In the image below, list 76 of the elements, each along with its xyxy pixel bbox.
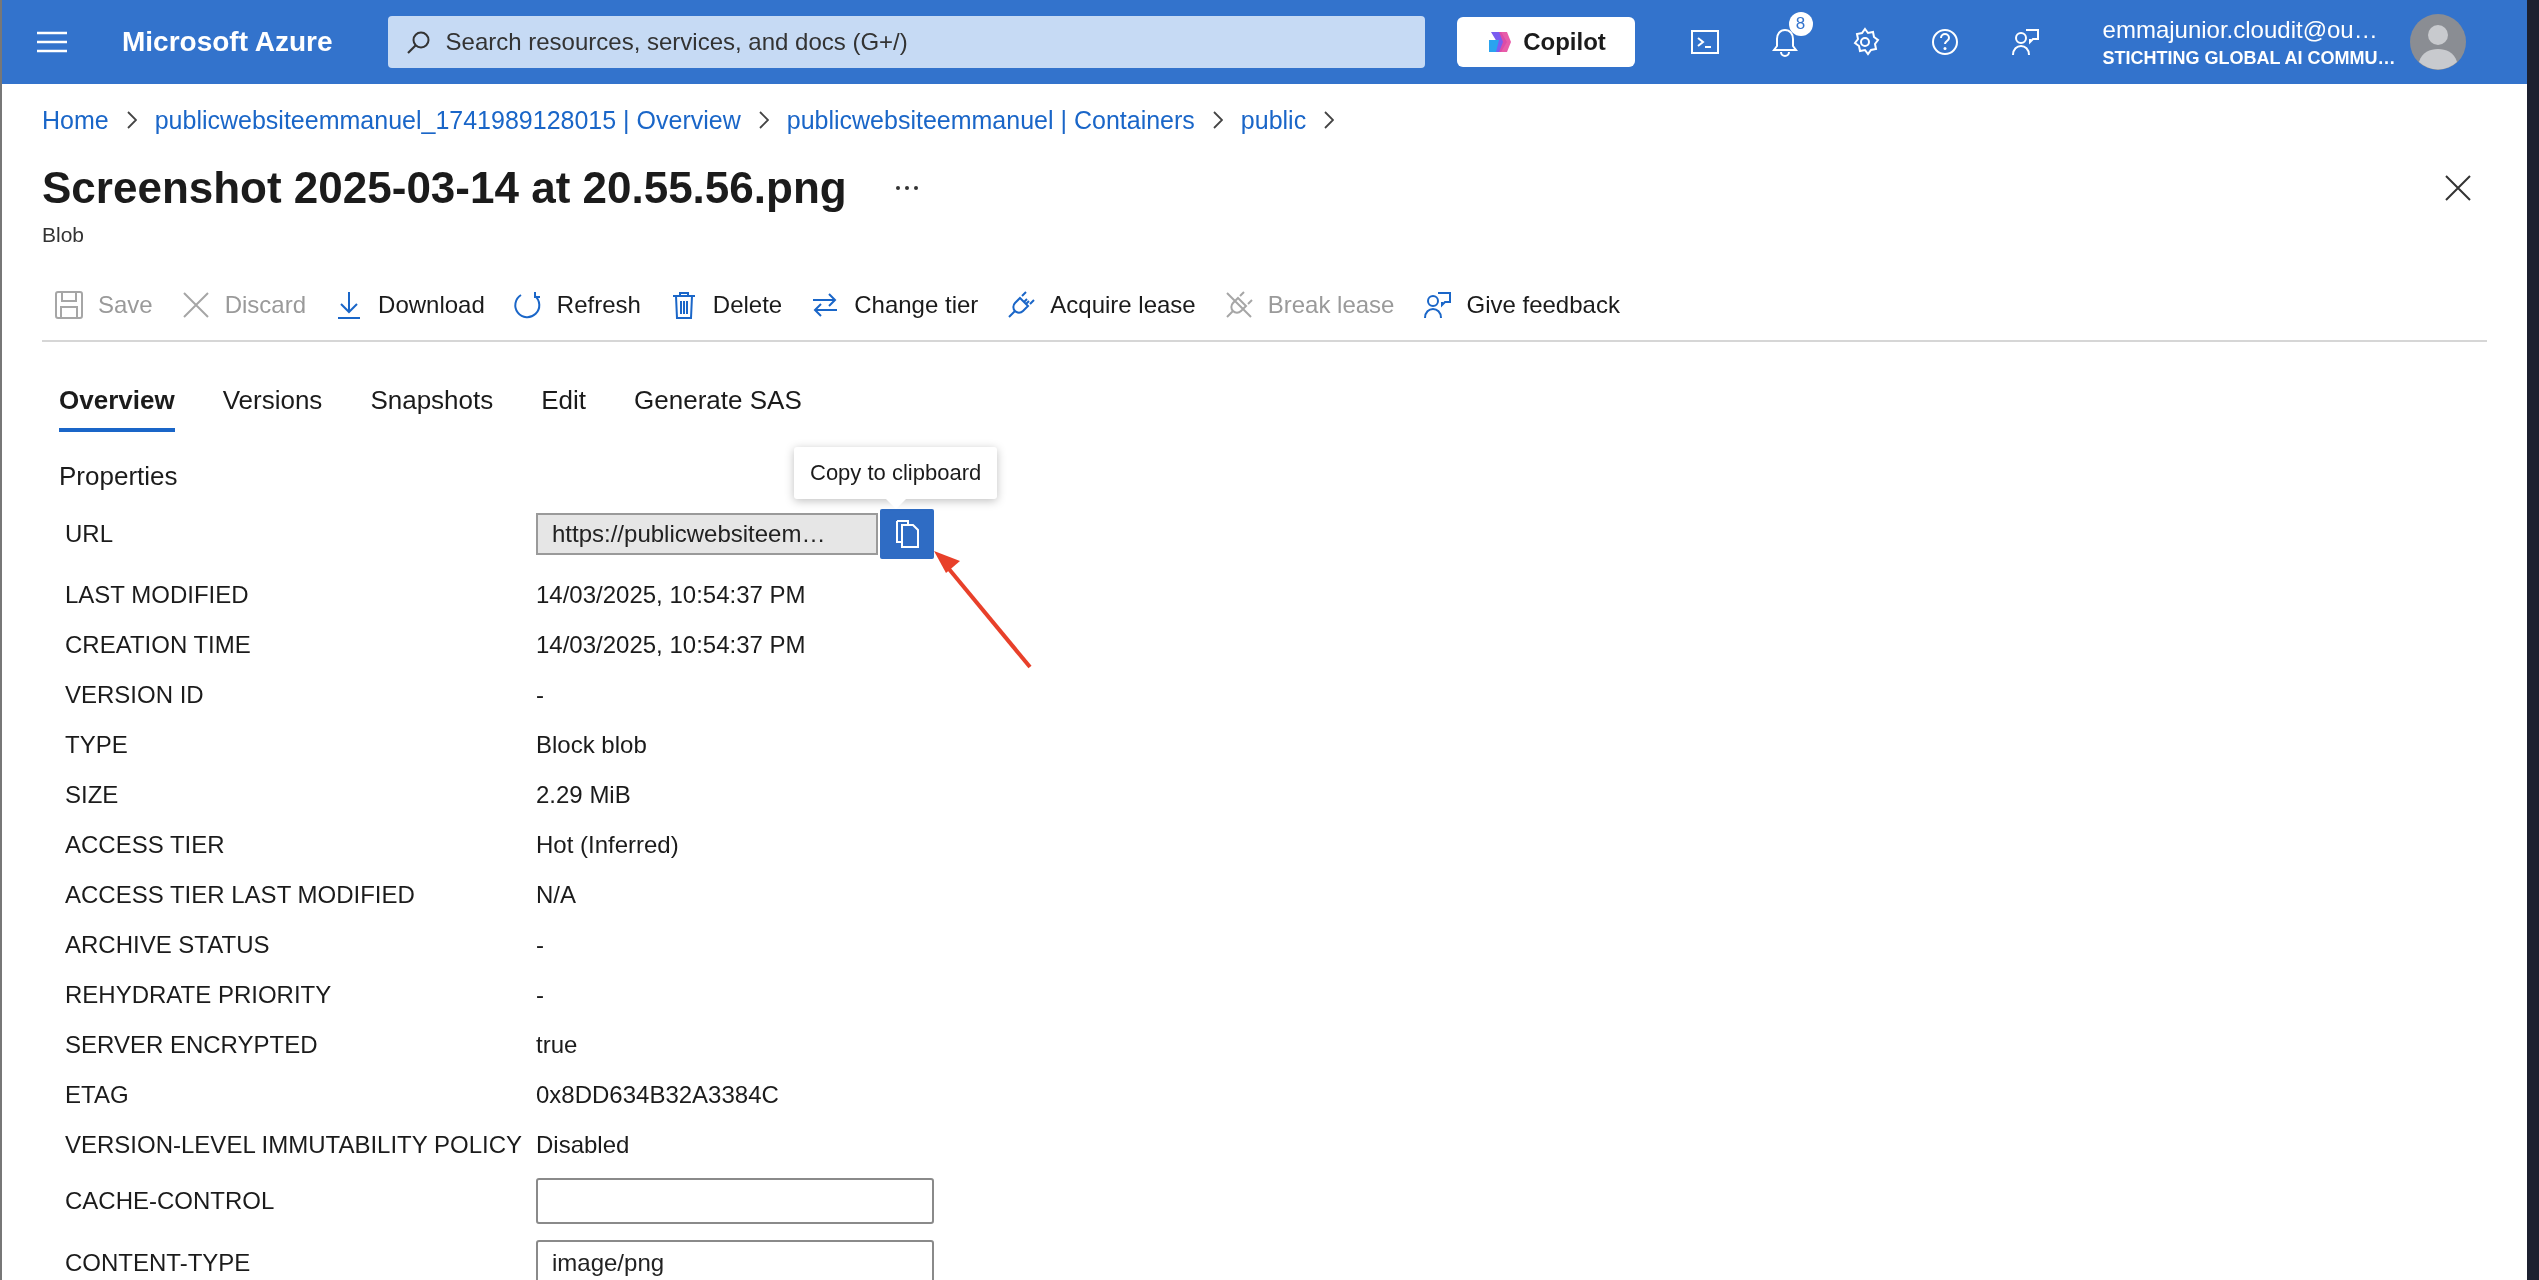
refresh-icon [512, 290, 543, 320]
property-label: ETAG [64, 1081, 130, 1109]
menu-icon [37, 31, 67, 53]
breadcrumb-link[interactable]: Home [42, 105, 109, 135]
close-icon [2445, 175, 2471, 201]
tab[interactable]: Edit [541, 372, 587, 432]
feedback-button[interactable]: Give feedback [1418, 284, 1624, 326]
close-icon [180, 290, 211, 320]
download-button[interactable]: Download [330, 284, 489, 326]
property-label: VERSION-LEVEL IMMUTABILITY POLICY [64, 1131, 523, 1159]
tab[interactable]: Versions [222, 372, 323, 432]
property-value: - [536, 681, 544, 709]
property-value: Disabled [536, 1131, 630, 1159]
text-field[interactable]: image/png [536, 1240, 934, 1280]
person-chat-icon [2009, 27, 2040, 57]
search-icon [405, 31, 430, 55]
property-value: Block blob [536, 731, 647, 759]
property-label: LAST MODIFIED [64, 581, 250, 609]
search-field[interactable]: Search resources, services, and docs (G+/) [387, 16, 1425, 68]
copilot-button[interactable]: Copilot [1456, 17, 1635, 67]
property-value: 14/03/2025, 10:54:37 PM [536, 581, 806, 609]
url-field[interactable]: https://publicwebsiteem… [536, 513, 878, 555]
breadcrumb-link[interactable]: public [1240, 105, 1307, 135]
property-label: CREATION TIME [64, 631, 252, 659]
tab[interactable]: Snapshots [370, 372, 494, 432]
property-label: CACHE-CONTROL [64, 1187, 276, 1215]
property-label: SERVER ENCRYPTED [64, 1031, 319, 1059]
refresh-button[interactable]: Refresh [508, 284, 645, 326]
user-email[interactable]: emmajunior.cloudit@ou… [2102, 15, 2396, 44]
property-label: SIZE [64, 781, 120, 809]
property-label: REHYDRATE PRIORITY [64, 981, 333, 1009]
terminal-icon [1689, 27, 1720, 57]
help-icon [1929, 27, 1960, 57]
resource-type: Blob [42, 222, 86, 248]
acquire-lease-button[interactable]: Acquire lease [1002, 284, 1200, 326]
person-chat-icon [1422, 290, 1453, 320]
property-value: 0x8DD634B32A3384C [536, 1081, 779, 1109]
copy-icon [894, 519, 920, 549]
plug-icon [1006, 290, 1037, 320]
property-value: Hot (Inferred) [536, 831, 679, 859]
property-value: - [536, 931, 544, 959]
tab[interactable]: Generate SAS [634, 372, 802, 432]
property-value: 14/03/2025, 10:54:37 PM [536, 631, 806, 659]
breadcrumb-link[interactable]: publicwebsiteemmanuel | Containers [786, 105, 1195, 135]
property-value: true [536, 1031, 578, 1059]
more-icon [894, 185, 919, 191]
property-value: - [536, 981, 544, 1009]
property-label: ARCHIVE STATUS [64, 931, 271, 959]
property-value: 2.29 MiB [536, 781, 631, 809]
property-label: TYPE [64, 731, 129, 759]
property-label: ACCESS TIER LAST MODIFIED [64, 881, 416, 909]
chevron-right-icon [1324, 111, 1335, 129]
property-label: VERSION ID [64, 681, 205, 709]
save-icon [54, 290, 84, 320]
property-label: URL [64, 520, 114, 548]
property-label: ACCESS TIER [64, 831, 226, 859]
section-heading: Properties [59, 459, 178, 493]
avatar-icon [2409, 14, 2466, 70]
property-value: N/A [536, 881, 576, 909]
copy-button[interactable] [880, 509, 934, 559]
chevron-right-icon [126, 111, 137, 129]
notification-count: 8 [1788, 12, 1813, 36]
bell-icon [1769, 27, 1800, 57]
tab[interactable]: Overview [59, 372, 175, 432]
user-organization[interactable]: STICHTING GLOBAL AI COMMU… [2102, 47, 2396, 69]
broken-plug-icon [1223, 290, 1254, 320]
delete-button[interactable]: Delete [664, 284, 787, 326]
chevron-right-icon [758, 111, 769, 129]
page-title: Screenshot 2025-03-14 at 20.55.56.png [42, 163, 847, 213]
notifications-button[interactable]: 8 [1744, 0, 1825, 84]
property-label: CONTENT-TYPE [64, 1249, 252, 1277]
portal-title[interactable]: Microsoft Azure [122, 26, 333, 58]
text-field[interactable] [536, 1178, 934, 1224]
breadcrumb-link[interactable]: publicwebsiteemmanuel_1741989128015 | Overview [154, 105, 741, 135]
change-tier-button[interactable]: Change tier [806, 284, 983, 326]
chevron-right-icon [1212, 111, 1223, 129]
